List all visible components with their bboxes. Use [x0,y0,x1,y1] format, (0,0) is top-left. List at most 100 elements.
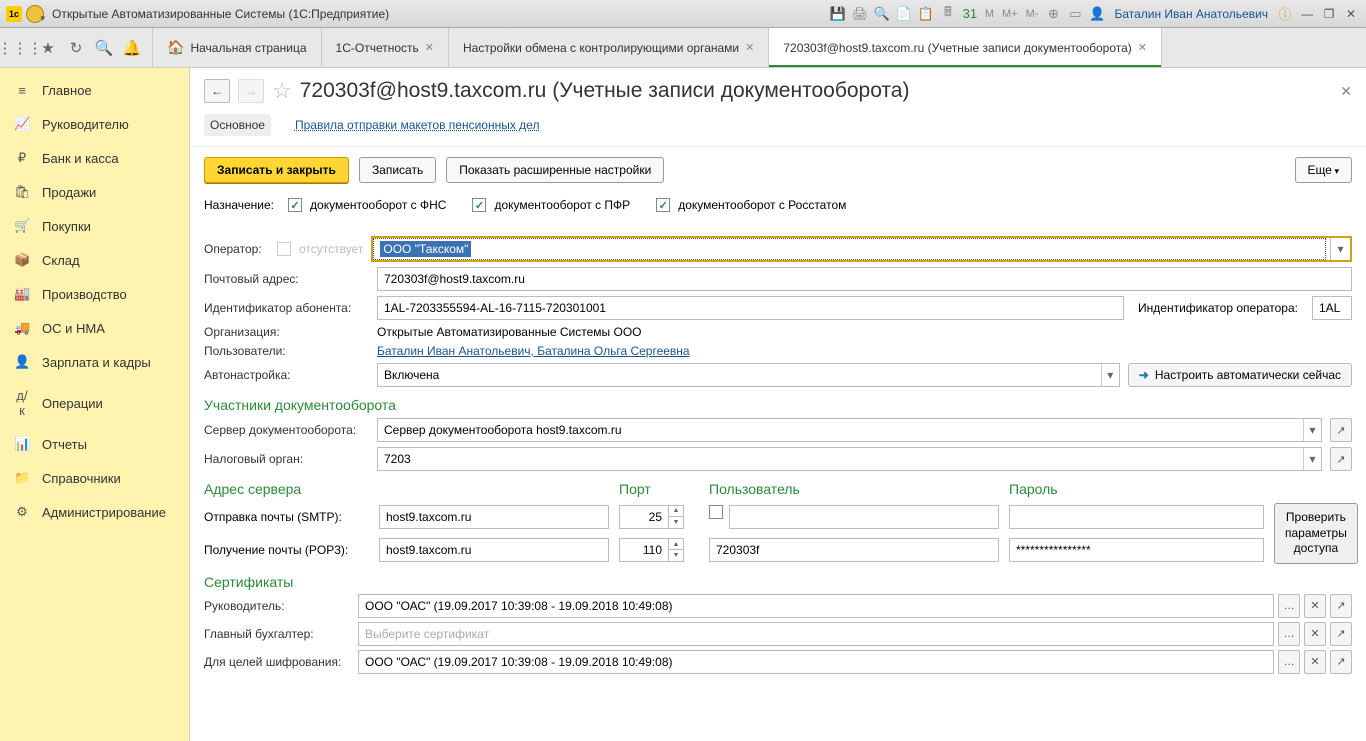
taxauth-select[interactable]: 7203 ▾ [377,447,1322,471]
nav-purchases[interactable]: 🛒Покупки [0,209,189,243]
search-icon[interactable]: 🔍 [94,38,114,58]
chevron-down-icon[interactable]: ▾ [1330,238,1350,260]
pop3-user-input[interactable] [709,538,999,562]
tab-home[interactable]: 🏠 Начальная страница [153,28,322,67]
spin-up-icon[interactable]: ▲ [669,539,683,550]
nav-operations[interactable]: д/кОперации [0,379,189,427]
calc-icon[interactable]: 🖩 [939,5,957,23]
check-pfr[interactable] [472,198,486,212]
open-button[interactable]: ↗ [1330,447,1352,471]
clear-button[interactable]: ✕ [1304,650,1326,674]
preview-icon[interactable]: 🔍 [873,5,891,23]
nav-catalogs[interactable]: 📁Справочники [0,461,189,495]
spin-down-icon[interactable]: ▼ [669,550,683,561]
pop3-port-input[interactable]: ▲▼ [619,538,699,562]
chevron-down-icon[interactable]: ▾ [1303,419,1321,441]
tab-exchange-settings[interactable]: Настройки обмена с контролирующими орган… [449,28,769,67]
history-icon[interactable]: ↻ [66,38,86,58]
nav-reports[interactable]: 📊Отчеты [0,427,189,461]
close-button[interactable]: ✕ [1342,5,1360,23]
ellipsis-button[interactable]: … [1278,622,1300,646]
gear-icon: ⚙ [14,504,30,520]
close-icon[interactable]: ✕ [1138,41,1147,54]
open-button[interactable]: ↗ [1330,418,1352,442]
doc-icon[interactable]: 📄 [895,5,913,23]
main-menu-button[interactable] [26,5,44,23]
docserver-select[interactable]: Сервер документооборота host9.taxcom.ru … [377,418,1322,442]
save-icon[interactable]: 💾 [829,5,847,23]
nav-production[interactable]: 🏭Производство [0,277,189,311]
operator-absent-check[interactable] [277,242,291,256]
nav-warehouse[interactable]: 📦Склад [0,243,189,277]
autoconf-select[interactable]: Включена ▾ [377,363,1120,387]
cert-mgr-input[interactable]: ООО "ОАС" (19.09.2017 10:39:08 - 19.09.2… [358,594,1274,618]
copy-icon[interactable]: 📋 [917,5,935,23]
smtp-pass-input[interactable] [1009,505,1264,529]
clear-button[interactable]: ✕ [1304,594,1326,618]
users-link[interactable]: Баталин Иван Анатольевич, Баталина Ольга… [377,344,690,358]
open-button[interactable]: ↗ [1330,622,1352,646]
smtp-port-input[interactable]: ▲▼ [619,505,699,529]
nav-main[interactable]: ≡Главное [0,74,189,107]
chevron-down-icon[interactable]: ▾ [1303,448,1321,470]
smtp-user-input[interactable] [729,505,999,529]
scale-m-plus[interactable]: M+ [1000,8,1020,20]
print-icon[interactable]: 🖨 [851,5,869,23]
close-icon[interactable]: ✕ [745,41,754,54]
pop3-host-input[interactable] [379,538,609,562]
smtp-user-check[interactable] [709,505,723,519]
tab-account[interactable]: 720303f@host9.taxcom.ru (Учетные записи … [769,28,1162,67]
ellipsis-button[interactable]: … [1278,594,1300,618]
chevron-down-icon[interactable]: ▾ [1101,364,1119,386]
advanced-button[interactable]: Показать расширенные настройки [446,157,664,183]
operator-select[interactable]: ООО "Такском" ▾ [371,236,1352,262]
open-button[interactable]: ↗ [1330,594,1352,618]
apps-icon[interactable]: ⋮⋮⋮ [10,38,30,58]
nav-manager[interactable]: 📈Руководителю [0,107,189,141]
verify-access-button[interactable]: Проверить параметры доступа [1274,503,1358,564]
sidebar-item-label: Покупки [42,219,91,234]
info-icon[interactable]: ⓘ [1276,5,1294,23]
restore-button[interactable]: ❐ [1320,5,1338,23]
check-rosstat[interactable] [656,198,670,212]
favorite-star-icon[interactable]: ☆ [272,78,292,104]
more-button[interactable]: Еще [1295,157,1352,183]
notifications-icon[interactable]: 🔔 [122,38,142,58]
email-input[interactable] [377,267,1352,291]
windows-icon[interactable]: ▭ [1066,5,1084,23]
clear-button[interactable]: ✕ [1304,622,1326,646]
check-fns[interactable] [288,198,302,212]
spin-up-icon[interactable]: ▲ [669,506,683,517]
nav-back-button[interactable]: ← [204,79,230,103]
scale-m-minus[interactable]: M- [1024,8,1041,20]
nav-forward-button[interactable]: → [238,79,264,103]
minimize-button[interactable]: — [1298,5,1316,23]
nav-admin[interactable]: ⚙Администрирование [0,495,189,529]
operator-id-input[interactable] [1312,296,1352,320]
ellipsis-button[interactable]: … [1278,650,1300,674]
nav-hr[interactable]: 👤Зарплата и кадры [0,345,189,379]
calendar-icon[interactable]: 31 [961,5,979,23]
current-user[interactable]: Баталин Иван Анатольевич [1114,7,1268,21]
save-button[interactable]: Записать [359,157,436,183]
nav-assets[interactable]: 🚚ОС и НМА [0,311,189,345]
save-close-button[interactable]: Записать и закрыть [204,157,349,183]
pop3-pass-input[interactable] [1009,538,1264,562]
subscriber-id-input[interactable] [377,296,1124,320]
nav-sales[interactable]: 🛍Продажи [0,175,189,209]
autoconf-now-button[interactable]: ➜ Настроить автоматически сейчас [1128,363,1352,387]
cert-enc-input[interactable]: ООО "ОАС" (19.09.2017 10:39:08 - 19.09.2… [358,650,1274,674]
page-close-button[interactable]: ✕ [1340,83,1352,100]
close-icon[interactable]: ✕ [425,41,434,54]
subtab-main[interactable]: Основное [204,114,271,136]
scale-m[interactable]: M [983,8,996,20]
nav-bank[interactable]: ₽Банк и касса [0,141,189,175]
favorite-icon[interactable]: ★ [38,38,58,58]
smtp-host-input[interactable] [379,505,609,529]
cert-acc-input[interactable]: Выберите сертификат [358,622,1274,646]
zoom-icon[interactable]: ⊕ [1044,5,1062,23]
spin-down-icon[interactable]: ▼ [669,517,683,528]
tab-reporting[interactable]: 1С-Отчетность ✕ [322,28,449,67]
subtab-rules[interactable]: Правила отправки макетов пенсионных дел [289,114,545,136]
open-button[interactable]: ↗ [1330,650,1352,674]
